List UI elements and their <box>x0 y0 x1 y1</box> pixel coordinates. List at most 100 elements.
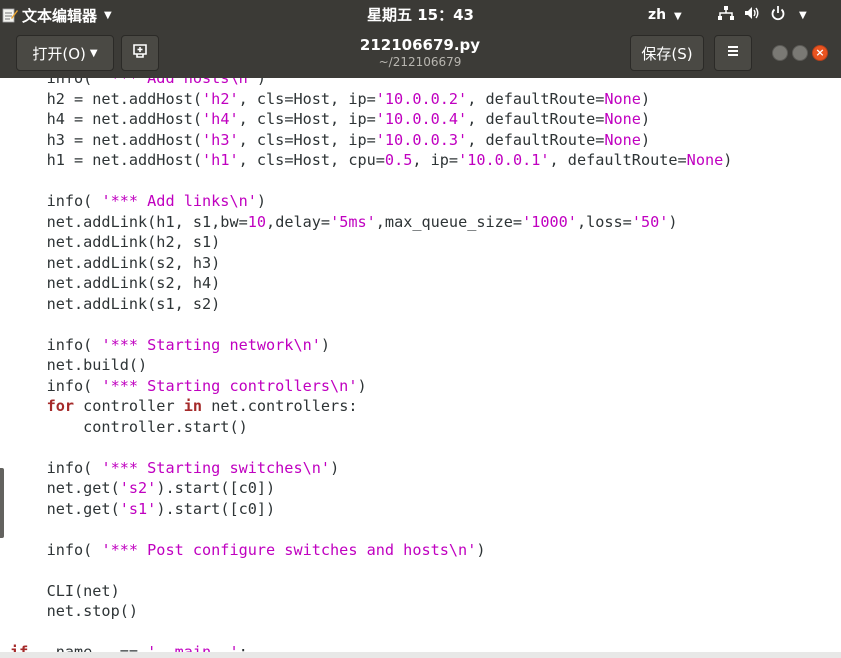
input-method-label: zh <box>648 7 667 23</box>
code-token: ) <box>330 458 340 477</box>
code-editor[interactable]: info( '*** Add hosts\n') h2 = net.addHos… <box>0 78 841 652</box>
code-token: info( <box>10 458 102 477</box>
code-token-str: '*** Post configure switches and hosts <box>101 540 449 559</box>
code-line[interactable] <box>10 622 732 643</box>
clock[interactable]: 星期五 15：43 <box>367 6 474 24</box>
save-button[interactable]: 保存(S) <box>630 35 704 71</box>
code-line[interactable]: h3 = net.addHost('h3', cls=Host, ip='10.… <box>10 130 732 151</box>
system-indicators[interactable]: ▼ <box>718 0 807 30</box>
code-token-str: '50' <box>631 212 669 231</box>
code-line[interactable]: net.build() <box>10 355 732 376</box>
code-token: ) <box>640 130 651 149</box>
code-token-esc: \n <box>330 376 349 395</box>
window-title: 212106679.py ~/212106679 <box>300 35 540 69</box>
code-token: ) <box>640 110 651 128</box>
code-line[interactable]: if __name__ == '__main__': <box>10 642 732 652</box>
code-line[interactable]: net.addLink(h1, s1,bw=10,delay='5ms',max… <box>10 212 732 233</box>
code-line[interactable]: net.addLink(h2, s1) <box>10 232 732 253</box>
code-token: net.addLink(s2, h4) <box>10 274 221 292</box>
code-line[interactable] <box>10 314 732 335</box>
code-token-esc: \n <box>229 78 248 87</box>
code-line[interactable]: info( '*** Add links\n') <box>10 191 732 212</box>
file-path: ~/212106679 <box>378 55 462 69</box>
code-token: ) <box>668 212 678 231</box>
open-button[interactable]: 打开(O) ▼ <box>16 35 114 71</box>
code-token-str: '*** Add hosts <box>101 78 230 87</box>
code-token: ,delay= <box>266 212 331 231</box>
code-token-str: ' <box>467 540 477 559</box>
code-token-str: 'h4' <box>202 110 239 128</box>
code-token: , cls=Host, ip= <box>238 89 376 108</box>
code-line[interactable]: net.addLink(s2, h4) <box>10 273 732 294</box>
code-token-esc: \n <box>448 540 468 559</box>
code-token-str: '10.0.0.1' <box>458 151 550 169</box>
code-token-str: 'h2' <box>202 89 239 108</box>
code-line[interactable]: net.addLink(s1, s2) <box>10 294 732 315</box>
power-icon <box>770 5 786 25</box>
code-token-kw: for <box>46 397 75 415</box>
open-button-label: 打开(O) <box>32 44 86 63</box>
code-token: ) <box>357 376 367 395</box>
code-line[interactable]: net.stop() <box>10 601 732 622</box>
close-button[interactable]: × <box>812 45 828 61</box>
code-token: , ip= <box>412 151 459 169</box>
code-line[interactable]: net.addLink(s2, h3) <box>10 253 732 274</box>
code-line[interactable]: info( '*** Starting controllers\n') <box>10 376 732 397</box>
code-line[interactable]: info( '*** Post configure switches and h… <box>10 540 732 561</box>
code-token: ) <box>723 151 733 169</box>
code-token: net.build() <box>10 356 148 374</box>
code-line[interactable]: info( '*** Starting switches\n') <box>10 458 732 479</box>
code-token-esc: \n <box>229 192 248 210</box>
minimize-button[interactable] <box>772 45 788 61</box>
launcher-handle[interactable] <box>0 468 4 538</box>
code-line[interactable]: info( '*** Add hosts\n') <box>10 78 732 89</box>
code-line[interactable] <box>10 437 732 458</box>
new-document-button[interactable] <box>121 35 159 71</box>
code-line[interactable] <box>10 171 732 192</box>
code-token: h2 = net.addHost( <box>10 89 203 108</box>
code-line[interactable]: net.get('s1').start([c0]) <box>10 499 732 520</box>
code-token: ) <box>256 192 267 210</box>
chevron-down-icon: ▼ <box>674 11 682 22</box>
volume-icon <box>744 6 760 24</box>
maximize-button[interactable] <box>792 45 808 61</box>
code-text[interactable]: info( '*** Add hosts\n') h2 = net.addHos… <box>10 78 732 652</box>
code-line[interactable]: controller.start() <box>10 417 732 438</box>
code-token: , cls=Host, ip= <box>238 130 376 149</box>
code-token-str: '10.0.0.4' <box>375 110 468 128</box>
code-token: info( <box>10 78 102 87</box>
network-icon <box>718 6 734 24</box>
hamburger-menu-button[interactable] <box>714 35 752 71</box>
input-method-menu[interactable]: zh ▼ <box>648 0 682 32</box>
code-line[interactable]: h2 = net.addHost('h2', cls=Host, ip='10.… <box>10 89 732 110</box>
app-menu[interactable]: 文本编辑器 ▼ <box>0 0 112 30</box>
code-token: CLI(net) <box>10 581 120 600</box>
code-token-str: '*** Starting network <box>101 335 294 354</box>
code-token: , cls=Host, ip= <box>238 110 376 128</box>
code-line[interactable]: info( '*** Starting network\n') <box>10 335 732 356</box>
code-line[interactable] <box>10 519 732 540</box>
code-line[interactable] <box>10 560 732 581</box>
code-token-str: ' <box>320 458 331 477</box>
code-token: ).start([c0]) <box>156 499 276 518</box>
code-line[interactable]: net.get('s2').start([c0]) <box>10 478 732 499</box>
new-document-icon <box>131 42 149 64</box>
code-token: net.addLink(s2, h3) <box>10 253 221 272</box>
code-token: ).start([c0]) <box>156 479 276 497</box>
code-line[interactable]: h4 = net.addHost('h4', cls=Host, ip='10.… <box>10 109 732 130</box>
code-token-str: 'h1' <box>202 151 239 169</box>
code-token: ) <box>476 540 486 559</box>
code-token: , defaultRoute= <box>467 130 605 149</box>
code-token: net.get( <box>10 479 120 497</box>
code-line[interactable]: h1 = net.addHost('h1', cls=Host, cpu=0.5… <box>10 150 733 171</box>
code-token: , defaultRoute= <box>467 110 605 128</box>
chevron-down-icon: ▼ <box>89 47 98 59</box>
code-token: , cls=Host, cpu= <box>238 151 385 169</box>
system-top-bar: 文本编辑器 ▼ 星期五 15：43 zh ▼ ▼ <box>0 0 841 30</box>
code-line[interactable]: for controller in net.controllers: <box>10 396 732 417</box>
save-button-label: 保存(S) <box>641 44 693 63</box>
code-token: info( <box>10 376 102 395</box>
code-token: ) <box>256 78 267 87</box>
code-token: h3 = net.addHost( <box>10 130 203 149</box>
code-line[interactable]: CLI(net) <box>10 581 732 602</box>
